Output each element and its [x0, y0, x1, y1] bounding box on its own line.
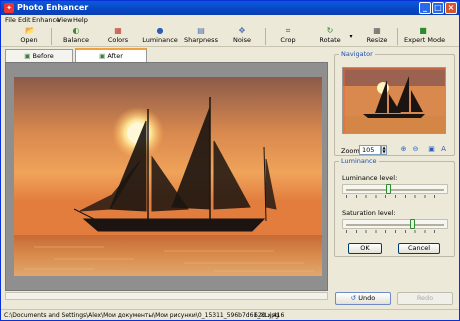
toolbar-separator [51, 28, 52, 45]
noise-label: Noise [232, 36, 252, 44]
tab-after[interactable]: ▣ After [75, 48, 147, 63]
app-window: ✦ Photo Enhancer _ □ × File Edit Enhance… [0, 0, 460, 321]
toolbar-separator [265, 28, 266, 45]
image-icon: ▣ [99, 52, 106, 60]
resize-button[interactable]: ▦ Resize [363, 27, 391, 46]
zoom-input[interactable]: 105 [359, 145, 381, 155]
slider-ticks [346, 195, 444, 198]
luminance-title: Luminance [339, 157, 379, 165]
noise-button[interactable]: ✥ Noise [229, 27, 255, 46]
navigator-group: Navigator Zoom 105 ▲ ▼ ⊕ ⊖ ▣ A [334, 50, 455, 157]
rotate-icon: ↻ [326, 26, 334, 35]
saturation-level-label: Saturation level: [342, 209, 396, 217]
menu-view[interactable]: View [57, 16, 72, 24]
file-path: C:\Documents and Settings\Alex\Мои докум… [4, 312, 279, 319]
image-pane: ▣ Before ▣ After [3, 48, 330, 305]
colors-button[interactable]: ▦ Colors [103, 27, 133, 46]
zoom-label: Zoom [341, 147, 360, 155]
right-panel: Navigator Zoom 105 ▲ ▼ ⊕ ⊖ ▣ A Luminance… [332, 48, 458, 305]
menu-edit[interactable]: Edit [18, 16, 31, 24]
minimize-button[interactable]: _ [419, 2, 431, 14]
title-bar[interactable]: ✦ Photo Enhancer _ □ × [1, 1, 459, 15]
zoom-out-icon[interactable]: ⊖ [411, 145, 420, 154]
balance-icon: ◐ [72, 26, 80, 35]
slider-thumb[interactable] [386, 184, 392, 194]
rotate-label: Rotate [319, 36, 341, 44]
luminance-icon: ● [156, 26, 164, 35]
close-button[interactable]: × [445, 2, 457, 14]
photo-enhancer-icon: ✦ [4, 3, 14, 13]
toolbar-separator [397, 28, 398, 45]
luminance-button[interactable]: ● Luminance [141, 27, 179, 46]
sharpness-icon: ▤ [197, 26, 205, 35]
menu-help[interactable]: Help [73, 16, 88, 24]
zoom-spinner[interactable]: ▲ ▼ [381, 145, 387, 155]
image-icon: ▣ [24, 52, 31, 60]
slider-track [346, 224, 444, 226]
colors-label: Colors [107, 36, 129, 44]
resize-label: Resize [366, 36, 388, 44]
resize-icon: ▦ [373, 26, 381, 35]
actual-size-icon[interactable]: A [439, 145, 448, 154]
luminance-label: Luminance [142, 36, 178, 44]
crop-button[interactable]: ⌗ Crop [275, 27, 301, 46]
fit-window-icon[interactable]: ▣ [427, 145, 436, 154]
saturation-slider[interactable] [342, 219, 448, 233]
noise-icon: ✥ [238, 26, 246, 35]
luminance-slider[interactable] [342, 184, 448, 198]
rotate-button[interactable]: ↻ Rotate [315, 27, 345, 46]
zoom-in-icon[interactable]: ⊕ [399, 145, 408, 154]
balance-button[interactable]: ◐ Balance [59, 27, 93, 46]
menu-bar: File Edit Enhance View Help [1, 15, 459, 25]
window-title: Photo Enhancer [17, 3, 89, 12]
colors-icon: ▦ [114, 26, 122, 35]
undo-label: Undo [358, 294, 376, 302]
tab-before[interactable]: ▣ Before [5, 49, 73, 62]
maximize-button[interactable]: □ [432, 2, 444, 14]
crop-icon: ⌗ [285, 26, 291, 35]
status-bar: C:\Documents and Settings\Alex\Мои докум… [1, 309, 459, 320]
slider-track [346, 189, 444, 191]
ok-button[interactable]: OK [348, 243, 382, 254]
luminance-group: Luminance Luminance level: Saturation le… [334, 157, 455, 257]
expert-mode-icon: ■ [419, 26, 427, 35]
slider-thumb[interactable] [409, 219, 415, 229]
redo-button[interactable]: Redo [397, 292, 453, 305]
menu-file[interactable]: File [5, 16, 16, 24]
open-label: Open [20, 36, 38, 44]
tab-after-label: After [107, 52, 123, 60]
tab-before-label: Before [32, 52, 54, 60]
undo-button[interactable]: ↺ Undo [335, 292, 391, 305]
menu-enhance[interactable]: Enhance [32, 16, 60, 24]
image-dimensions: 623 x 416 [254, 312, 285, 319]
toolbar: 📂 Open ◐ Balance ▦ Colors ● Luminance ▤ … [1, 25, 459, 47]
slider-ticks [346, 230, 444, 233]
sharpness-button[interactable]: ▤ Sharpness [183, 27, 219, 46]
expert-mode-button[interactable]: ■ Expert Mode [404, 26, 446, 46]
open-folder-icon: 📂 [25, 26, 35, 35]
undo-icon: ↺ [350, 294, 357, 302]
expert-mode-label: Expert Mode [404, 36, 446, 44]
balance-label: Balance [63, 36, 89, 44]
cancel-button[interactable]: Cancel [398, 243, 440, 254]
luminance-level-label: Luminance level: [342, 174, 398, 182]
navigator-thumbnail[interactable] [342, 67, 446, 134]
sunset-sailboat-photo [14, 77, 322, 276]
image-viewport[interactable] [5, 62, 328, 291]
navigator-title: Navigator [339, 50, 375, 58]
horizontal-scrollbar[interactable] [5, 292, 328, 300]
zoom-row: Zoom 105 ▲ ▼ ⊕ ⊖ ▣ A [341, 145, 453, 157]
open-button[interactable]: 📂 Open [15, 27, 43, 46]
sharpness-label: Sharpness [184, 36, 218, 44]
undo-redo-bar: ↺ Undo Redo [334, 290, 455, 305]
crop-label: Crop [280, 36, 296, 44]
